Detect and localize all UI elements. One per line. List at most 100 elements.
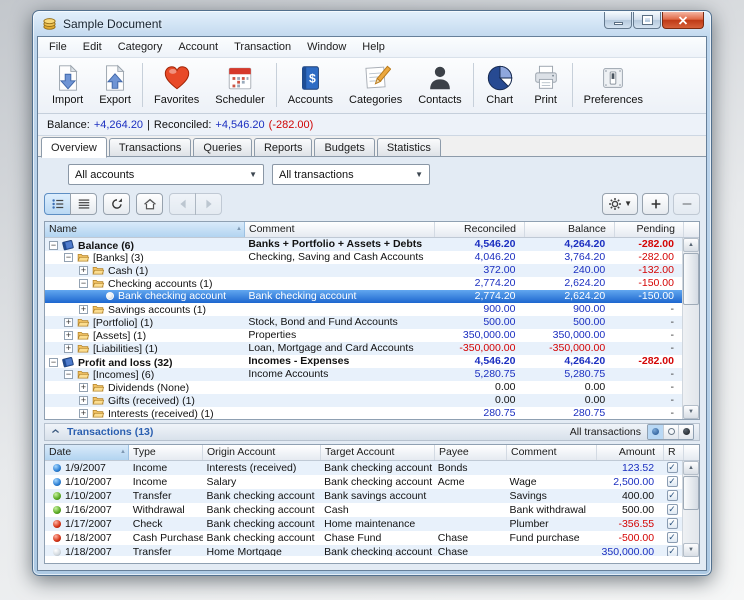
plus-button[interactable] bbox=[642, 193, 669, 215]
collapse-toggle[interactable]: − bbox=[49, 241, 58, 250]
list-bullets-button[interactable] bbox=[44, 193, 71, 215]
tx-column-comment[interactable]: Comment bbox=[507, 445, 597, 460]
reconciled-checkbox[interactable]: ✓ bbox=[667, 490, 678, 501]
collapse-toggle[interactable]: − bbox=[64, 253, 73, 262]
menu-account[interactable]: Account bbox=[170, 38, 226, 56]
expand-toggle[interactable]: + bbox=[79, 383, 88, 392]
close-button[interactable] bbox=[662, 12, 704, 29]
scroll-thumb[interactable] bbox=[683, 253, 699, 305]
toolbar-scheduler-button[interactable]: Scheduler bbox=[207, 61, 273, 106]
expand-toggle[interactable]: + bbox=[64, 344, 73, 353]
tab-transactions[interactable]: Transactions bbox=[109, 138, 192, 157]
reconciled-checkbox[interactable]: ✓ bbox=[667, 504, 678, 515]
tx-column-r[interactable]: R bbox=[664, 445, 684, 460]
forward-button[interactable] bbox=[195, 193, 222, 215]
tab-budgets[interactable]: Budgets bbox=[314, 138, 374, 157]
expand-toggle[interactable]: + bbox=[79, 305, 88, 314]
tab-queries[interactable]: Queries bbox=[193, 138, 252, 157]
menu-category[interactable]: Category bbox=[110, 38, 171, 56]
expand-toggle[interactable]: + bbox=[79, 266, 88, 275]
toolbar-print-button[interactable]: Print bbox=[523, 61, 569, 106]
list-lines-button[interactable] bbox=[70, 193, 97, 215]
minimize-button[interactable] bbox=[604, 12, 632, 29]
dot-solid-dark-filter-button[interactable] bbox=[678, 425, 693, 439]
toolbar-contacts-button[interactable]: Contacts bbox=[410, 61, 469, 106]
transaction-row[interactable]: 1/10/2007IncomeSalaryBank checking accou… bbox=[45, 475, 682, 489]
expand-toggle[interactable]: + bbox=[79, 396, 88, 405]
chevrons-up-icon[interactable] bbox=[50, 426, 61, 437]
expand-toggle[interactable]: + bbox=[79, 409, 88, 418]
transaction-row[interactable]: 1/17/2007CheckBank checking accountHome … bbox=[45, 517, 682, 531]
expand-toggle[interactable]: + bbox=[64, 331, 73, 340]
tree-row-dividends-none[interactable]: +Dividends (None)0.000.00- bbox=[45, 381, 682, 394]
menu-file[interactable]: File bbox=[41, 38, 75, 56]
reconciled-checkbox[interactable]: ✓ bbox=[667, 476, 678, 487]
dot-outline-filter-button[interactable] bbox=[663, 425, 678, 439]
scroll-up-button[interactable]: ▲ bbox=[683, 461, 699, 475]
expand-toggle[interactable]: + bbox=[64, 318, 73, 327]
back-button[interactable] bbox=[169, 193, 196, 215]
toolbar-export-button[interactable]: Export bbox=[91, 61, 139, 106]
dot-solid-blue-filter-button[interactable] bbox=[648, 425, 663, 439]
transaction-row[interactable]: 1/18/2007TransferHome MortgageBank check… bbox=[45, 545, 682, 556]
tx-column-payee[interactable]: Payee bbox=[435, 445, 507, 460]
gear-button[interactable]: ▼ bbox=[602, 193, 638, 215]
transactions-section-header[interactable]: Transactions (13) All transactions bbox=[44, 423, 700, 441]
reconciled-checkbox[interactable]: ✓ bbox=[667, 532, 678, 543]
tab-statistics[interactable]: Statistics bbox=[377, 138, 441, 157]
tree-row-liabilities-1[interactable]: +[Liabilities] (1)Loan, Mortgage and Car… bbox=[45, 342, 682, 355]
transaction-row[interactable]: 1/16/2007WithdrawalBank checking account… bbox=[45, 503, 682, 517]
tree-scrollbar[interactable]: ▲ ▼ bbox=[682, 238, 699, 419]
tree-column-name[interactable]: Name▲ bbox=[45, 222, 245, 237]
toolbar-import-button[interactable]: Import bbox=[44, 61, 91, 106]
menu-window[interactable]: Window bbox=[299, 38, 354, 56]
scroll-up-button[interactable]: ▲ bbox=[683, 238, 699, 252]
tree-row-bank-checking-account[interactable]: Bank checking accountBank checking accou… bbox=[45, 290, 682, 303]
menu-edit[interactable]: Edit bbox=[75, 38, 110, 56]
transaction-row[interactable]: 1/9/2007IncomeInterests (received)Bank c… bbox=[45, 461, 682, 475]
collapse-toggle[interactable]: − bbox=[79, 279, 88, 288]
tx-column-date[interactable]: Date▲ bbox=[45, 445, 129, 460]
tree-row-savings-accounts-1[interactable]: +Savings accounts (1)900.00900.00- bbox=[45, 303, 682, 316]
collapse-filters-button[interactable] bbox=[44, 167, 60, 183]
reconciled-checkbox[interactable]: ✓ bbox=[667, 518, 678, 529]
tree-row-profit-and-loss-32[interactable]: −Profit and loss (32)Incomes - Expenses4… bbox=[45, 355, 682, 368]
tree-row-incomes-6[interactable]: −[Incomes] (6)Income Accounts5,280.755,2… bbox=[45, 368, 682, 381]
transaction-row[interactable]: 1/10/2007TransferBank checking accountBa… bbox=[45, 489, 682, 503]
menu-help[interactable]: Help bbox=[354, 38, 393, 56]
tree-column-comment[interactable]: Comment bbox=[245, 222, 435, 237]
tree-row-banks-3[interactable]: −[Banks] (3)Checking, Saving and Cash Ac… bbox=[45, 251, 682, 264]
tree-row-checking-accounts-1[interactable]: −Checking accounts (1)2,774.202,624.20-1… bbox=[45, 277, 682, 290]
toolbar-favorites-button[interactable]: Favorites bbox=[146, 61, 207, 106]
tx-column-origin-account[interactable]: Origin Account bbox=[203, 445, 321, 460]
transactions-scrollbar[interactable]: ▲ ▼ bbox=[682, 461, 699, 557]
tree-row-portfolio-1[interactable]: +[Portfolio] (1)Stock, Bond and Fund Acc… bbox=[45, 316, 682, 329]
tx-column-target-account[interactable]: Target Account bbox=[321, 445, 435, 460]
tab-reports[interactable]: Reports bbox=[254, 138, 313, 157]
home-button[interactable] bbox=[136, 193, 163, 215]
tree-row-assets-1[interactable]: +[Assets] (1)Properties350,000.00350,000… bbox=[45, 329, 682, 342]
tree-column-balance[interactable]: Balance bbox=[525, 222, 615, 237]
scroll-thumb[interactable] bbox=[683, 476, 699, 510]
menu-transaction[interactable]: Transaction bbox=[226, 38, 299, 56]
reconciled-checkbox[interactable]: ✓ bbox=[667, 546, 678, 556]
toolbar-accounts-button[interactable]: $Accounts bbox=[280, 61, 341, 106]
tx-column-type[interactable]: Type bbox=[129, 445, 203, 460]
transactions-filter-select[interactable]: All transactions▼ bbox=[272, 164, 430, 185]
titlebar[interactable]: Sample Document bbox=[33, 11, 711, 36]
minus-button[interactable] bbox=[673, 193, 700, 215]
tree-row-cash-1[interactable]: +Cash (1)372.00240.00-132.00 bbox=[45, 264, 682, 277]
tab-overview[interactable]: Overview bbox=[41, 137, 107, 158]
tree-column-pending[interactable]: Pending bbox=[615, 222, 684, 237]
refresh-button[interactable] bbox=[103, 193, 130, 215]
toolbar-chart-button[interactable]: Chart bbox=[477, 61, 523, 106]
scroll-down-button[interactable]: ▼ bbox=[683, 405, 699, 419]
tree-row-gifts-received-1[interactable]: +Gifts (received) (1)0.000.00- bbox=[45, 394, 682, 407]
accounts-filter-select[interactable]: All accounts▼ bbox=[68, 164, 264, 185]
tree-row-interests-received-1[interactable]: +Interests (received) (1)280.75280.75- bbox=[45, 407, 682, 419]
toolbar-preferences-button[interactable]: Preferences bbox=[576, 61, 651, 106]
collapse-toggle[interactable]: − bbox=[64, 370, 73, 379]
reconciled-checkbox[interactable]: ✓ bbox=[667, 462, 678, 473]
collapse-toggle[interactable]: − bbox=[49, 358, 58, 367]
tx-column-amount[interactable]: Amount bbox=[597, 445, 664, 460]
